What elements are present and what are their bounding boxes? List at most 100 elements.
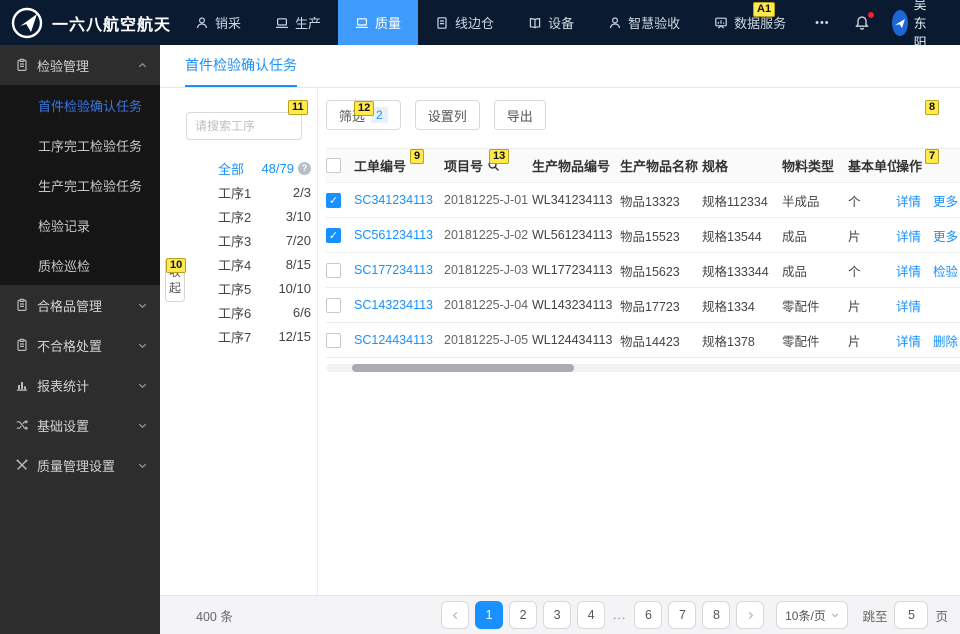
process-search-input[interactable] — [186, 112, 302, 140]
page-size-select[interactable]: 10条/页 — [776, 601, 849, 629]
sidebar-group-label: 报表统计 — [37, 378, 90, 394]
sidebar-group-basic-settings[interactable]: 基础设置 — [0, 405, 160, 445]
sidebar-item-quality-patrol[interactable]: 质检巡检 — [0, 245, 160, 285]
notification-dot — [867, 11, 874, 18]
project-no: 20181225-J-05 — [444, 333, 529, 347]
sidebar-item-inspection-records[interactable]: 检验记录 — [0, 205, 160, 245]
nav-item-quality[interactable]: 质量 — [338, 0, 419, 45]
page-button[interactable]: 8 — [702, 601, 731, 629]
row-checkbox[interactable] — [326, 227, 341, 243]
help-question-icon[interactable]: ? — [298, 161, 311, 175]
tab-first-article-inspection[interactable]: 首件检验确认任务 — [185, 55, 297, 87]
more-menu-button[interactable]: ••• — [803, 17, 842, 29]
nav-item-data-services[interactable]: 数据服务 — [697, 0, 803, 45]
page-button[interactable]: 6 — [634, 601, 663, 629]
inspect-link[interactable]: 检验 — [933, 265, 958, 279]
order-no-link[interactable]: SC561234113 — [354, 228, 444, 242]
sidebar-group-inspection-management[interactable]: 检验管理 — [0, 45, 160, 85]
process-item[interactable]: 工序3 7/20 — [186, 228, 317, 252]
order-no-link[interactable]: SC341234113 — [354, 193, 444, 207]
process-item[interactable]: 工序2 3/10 — [186, 204, 317, 228]
prev-page-button[interactable] — [441, 601, 470, 629]
content-area: 收起 全部 48/79 ? 工序1 2/3 工序2 3/10 工序3 7/20 工序4… — [160, 88, 960, 595]
sidebar-group-qualified-products[interactable]: 合格品管理 — [0, 285, 160, 325]
sidebar-item-first-article-inspection[interactable]: 首件检验确认任务 — [0, 85, 160, 125]
item-code: WL143234113 — [532, 298, 613, 312]
detail-link[interactable]: 详情 — [896, 335, 921, 349]
sidebar: 检验管理 首件检验确认任务 工序完工检验任务 生产完工检验任务 检验记录 质检巡… — [0, 45, 160, 634]
unit: 片 — [848, 229, 861, 244]
notifications-bell-icon[interactable] — [842, 11, 882, 31]
sidebar-item-production-completion-inspection[interactable]: 生产完工检验任务 — [0, 165, 160, 205]
unit: 片 — [848, 334, 861, 349]
sidebar-group-label: 合格品管理 — [37, 298, 103, 314]
nav-item-smart-acceptance[interactable]: 智慧验收 — [591, 0, 697, 45]
header-checkbox-cell — [326, 158, 354, 173]
detail-link[interactable]: 详情 — [896, 300, 921, 314]
process-item[interactable]: 工序4 8/15 — [186, 252, 317, 276]
page-button[interactable]: 4 — [577, 601, 606, 629]
horizontal-scrollbar-thumb[interactable] — [352, 364, 574, 372]
nav-item-production[interactable]: 生产 — [258, 0, 338, 45]
page-button[interactable]: 3 — [543, 601, 572, 629]
process-name: 工序5 — [218, 281, 252, 297]
material-type: 成品 — [782, 229, 808, 244]
jump-to-page: 跳至 页 — [862, 601, 948, 629]
process-list: 全部 48/79 ? 工序1 2/3 工序2 3/10 工序3 7/20 工序4 8/1… — [186, 156, 317, 348]
item-code: WL177234113 — [532, 263, 613, 277]
page-ellipsis[interactable]: ... — [611, 608, 628, 622]
jump-label: 跳至 — [862, 609, 888, 624]
page-button[interactable]: 1 — [475, 601, 504, 629]
delete-link[interactable]: 删除 — [933, 335, 958, 349]
order-no-link[interactable]: SC177234113 — [354, 263, 444, 277]
annotation-marker-7: 7 — [925, 149, 940, 164]
user-menu[interactable]: 吴东阳 — [882, 0, 947, 51]
sidebar-item-process-completion-inspection[interactable]: 工序完工检验任务 — [0, 125, 160, 165]
process-item[interactable]: 工序1 2/3 — [186, 180, 317, 204]
select-all-checkbox[interactable] — [326, 158, 341, 173]
jump-page-input[interactable] — [894, 601, 929, 629]
sidebar-group-quality-management-settings[interactable]: 质量管理设置 — [0, 445, 160, 485]
export-button[interactable]: 导出 — [493, 100, 546, 130]
detail-link[interactable]: 详情 — [896, 195, 921, 209]
process-item-all[interactable]: 全部 48/79 ? — [186, 156, 317, 180]
nav-item-equipment[interactable]: 设备 — [511, 0, 591, 45]
sidebar-group-nonconforming-disposal[interactable]: 不合格处置 — [0, 325, 160, 365]
document-icon — [435, 16, 449, 30]
row-checkbox[interactable] — [326, 332, 341, 348]
detail-link[interactable]: 详情 — [896, 265, 921, 279]
order-no-link[interactable]: SC124434113 — [354, 333, 444, 347]
chevron-down-icon — [137, 380, 148, 391]
page-button[interactable]: 7 — [668, 601, 697, 629]
sidebar-group-report-statistics[interactable]: 报表统计 — [0, 365, 160, 405]
item-name: 物品15523 — [620, 229, 680, 244]
logout-button[interactable]: 退出 — [947, 4, 960, 42]
process-item[interactable]: 工序5 10/10 — [186, 276, 317, 300]
horizontal-scrollbar-track[interactable] — [326, 364, 960, 372]
process-item[interactable]: 工序7 12/15 — [186, 324, 317, 348]
order-no-link[interactable]: SC143234113 — [354, 298, 444, 312]
chevron-down-icon — [137, 460, 148, 471]
more-link[interactable]: 更多 — [933, 230, 958, 244]
nav-label: 线边仓 — [455, 16, 495, 31]
header-unit: 基本单位 — [848, 159, 896, 174]
header-material-type: 物料类型 — [782, 159, 835, 174]
page-button[interactable]: 2 — [509, 601, 538, 629]
column-settings-button[interactable]: 设置列 — [414, 100, 480, 130]
project-no: 20181225-J-03 — [444, 263, 529, 277]
nav-item-sales[interactable]: 销采 — [178, 0, 258, 45]
process-item[interactable]: 工序6 6/6 — [186, 300, 317, 324]
row-checkbox[interactable] — [326, 192, 341, 208]
spec: 规格1378 — [702, 334, 755, 349]
process-name: 工序3 — [218, 233, 252, 249]
nav-label: 设备 — [548, 16, 575, 31]
next-page-button[interactable] — [736, 601, 765, 629]
annotation-marker-a1: A1 — [753, 2, 776, 17]
row-checkbox[interactable] — [326, 262, 341, 278]
more-link[interactable]: 更多 — [933, 195, 958, 209]
material-type: 成品 — [782, 264, 808, 279]
row-checkbox[interactable] — [326, 297, 341, 313]
detail-link[interactable]: 详情 — [896, 230, 921, 244]
nav-item-line-warehouse[interactable]: 线边仓 — [418, 0, 511, 45]
process-count: 12/15 — [278, 328, 311, 344]
